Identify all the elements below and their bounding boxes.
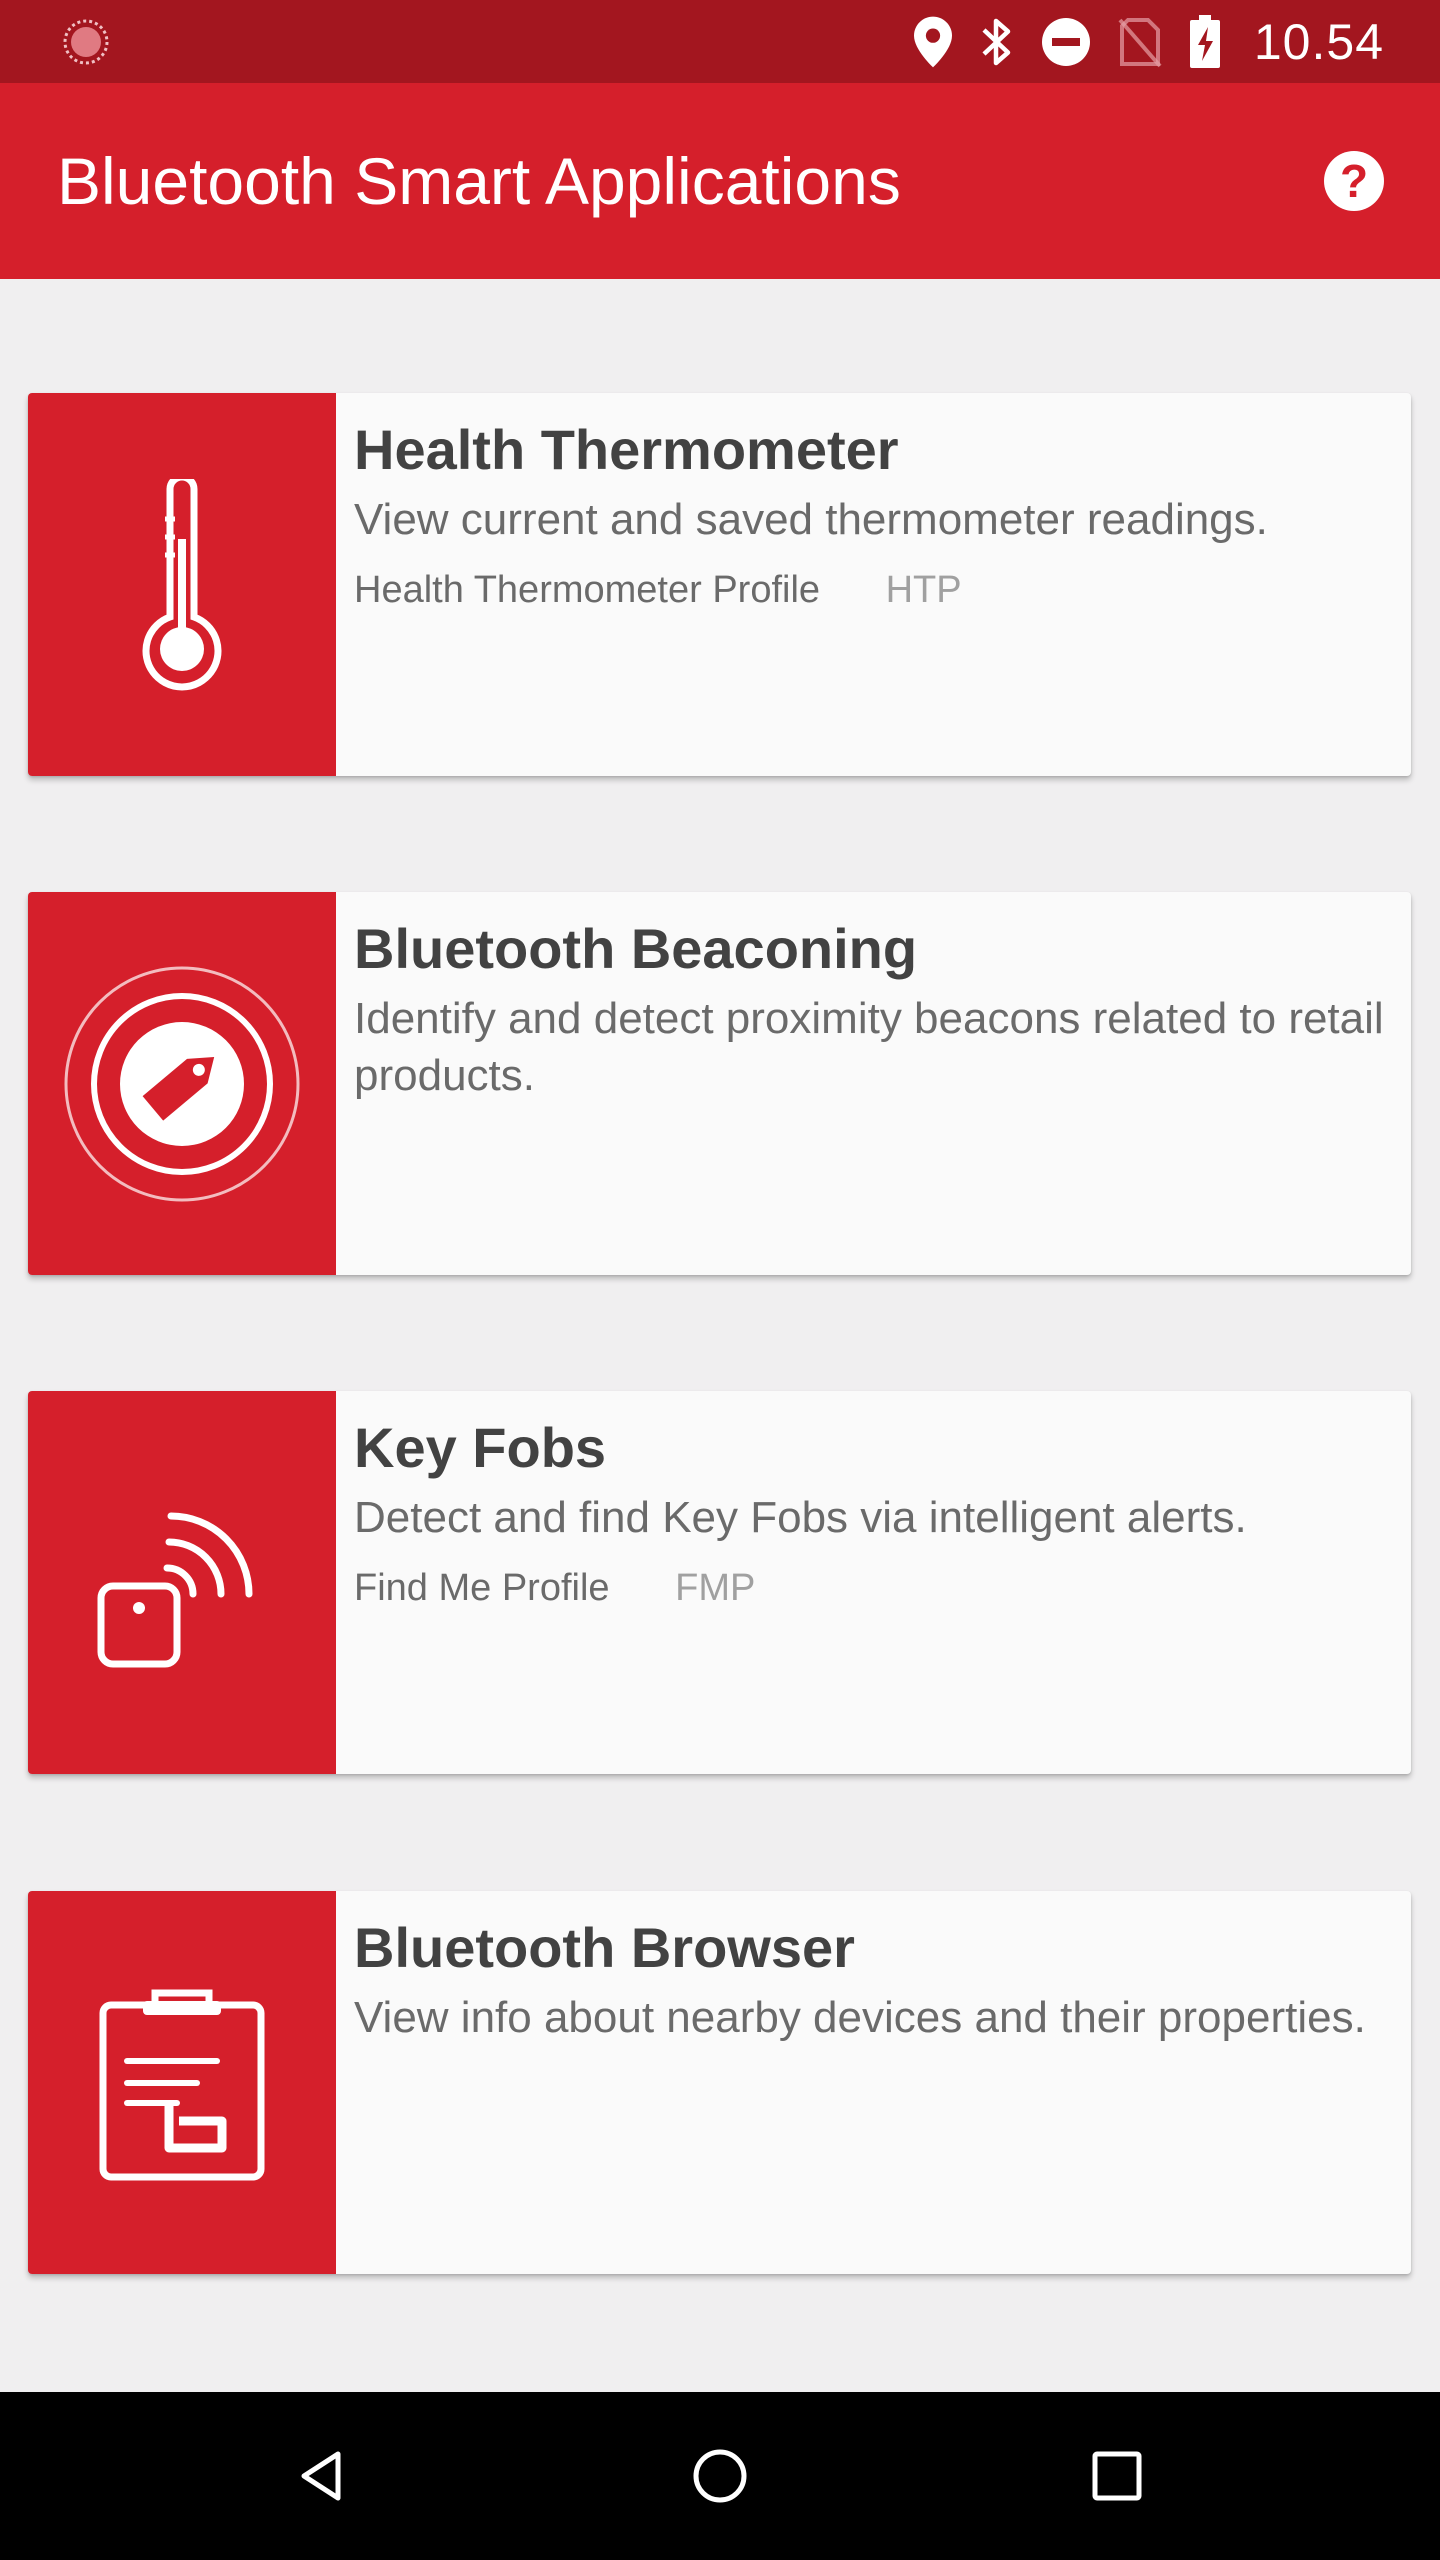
status-time: 10.54 xyxy=(1253,13,1384,70)
card-description: View current and saved thermometer readi… xyxy=(354,494,1268,544)
key-fob-icon xyxy=(97,1512,253,1667)
card-profile: Find Me Profile xyxy=(354,1566,610,1609)
card-meta: Health Thermometer Profile HTP xyxy=(354,568,1395,614)
card-title: Key Fobs xyxy=(354,1416,607,1479)
card-title: Health Thermometer xyxy=(354,418,899,481)
card-meta: Find Me Profile FMP xyxy=(354,1566,1395,1612)
home-button[interactable] xyxy=(678,2434,762,2518)
card-title: Bluetooth Browser xyxy=(354,1916,855,1979)
beacon-tag-icon xyxy=(64,966,300,1201)
card-profile-abbr: FMP xyxy=(675,1566,756,1609)
back-button[interactable] xyxy=(280,2434,364,2518)
card-icon-panel xyxy=(28,892,336,1275)
recents-button[interactable] xyxy=(1075,2434,1159,2518)
card-health-thermometer[interactable]: Health Thermometer View current and save… xyxy=(28,393,1411,776)
card-description: Identify and detect proximity beacons re… xyxy=(354,993,1384,1100)
back-icon xyxy=(301,2451,341,2501)
thermometer-icon xyxy=(142,478,222,690)
bluetooth-icon xyxy=(982,18,1011,65)
card-title: Bluetooth Beaconing xyxy=(354,917,918,980)
home-icon xyxy=(693,2449,747,2503)
card-icon-panel xyxy=(28,393,336,776)
card-bluetooth-browser[interactable]: Bluetooth Browser View info about nearby… xyxy=(28,1891,1411,2274)
clipboard-browser-icon xyxy=(99,1989,265,2180)
do-not-disturb-icon xyxy=(1041,17,1090,66)
card-bluetooth-beaconing[interactable]: Bluetooth Beaconing Identify and detect … xyxy=(28,892,1411,1275)
page-title: Bluetooth Smart Applications xyxy=(57,144,901,218)
card-description: View info about nearby devices and their… xyxy=(354,1992,1366,2042)
status-bar: 10.54 xyxy=(0,0,1440,83)
card-icon-panel xyxy=(28,1891,336,2274)
loading-indicator-icon xyxy=(63,19,109,65)
location-icon xyxy=(913,16,952,67)
app-bar: Bluetooth Smart Applications ? xyxy=(0,83,1440,279)
no-sim-icon xyxy=(1118,17,1162,67)
card-profile-abbr: HTP xyxy=(885,568,962,611)
battery-charging-icon xyxy=(1189,14,1220,68)
recents-icon xyxy=(1092,2451,1142,2501)
help-button[interactable]: ? xyxy=(1324,151,1384,211)
help-icon: ? xyxy=(1339,155,1369,207)
card-description: Detect and find Key Fobs via intelligent… xyxy=(354,1492,1247,1542)
card-key-fobs[interactable]: Key Fobs Detect and find Key Fobs via in… xyxy=(28,1391,1411,1774)
system-nav-bar xyxy=(0,2392,1440,2560)
card-profile: Health Thermometer Profile xyxy=(354,568,821,611)
status-icons: 10.54 xyxy=(913,0,1384,83)
card-icon-panel xyxy=(28,1391,336,1774)
